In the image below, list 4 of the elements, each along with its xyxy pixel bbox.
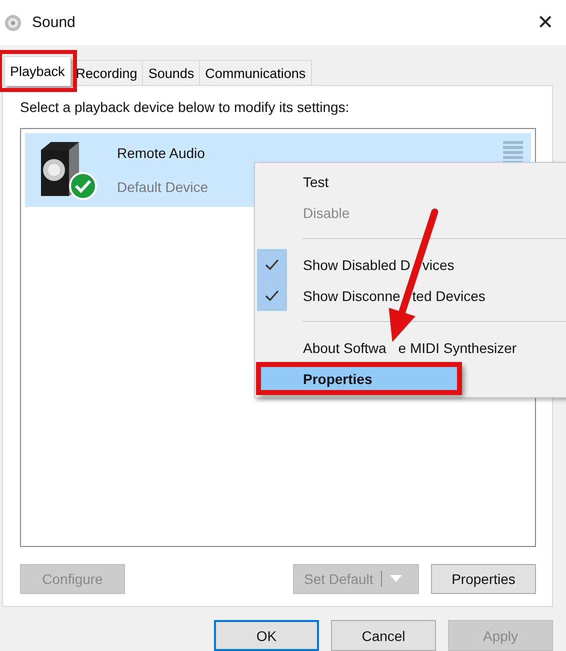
instruction-text: Select a playback device below to modify its settings: (20, 99, 350, 115)
device-status: Default Device (117, 179, 208, 195)
window-title: Sound (32, 14, 76, 31)
device-name: Remote Audio (117, 145, 205, 161)
